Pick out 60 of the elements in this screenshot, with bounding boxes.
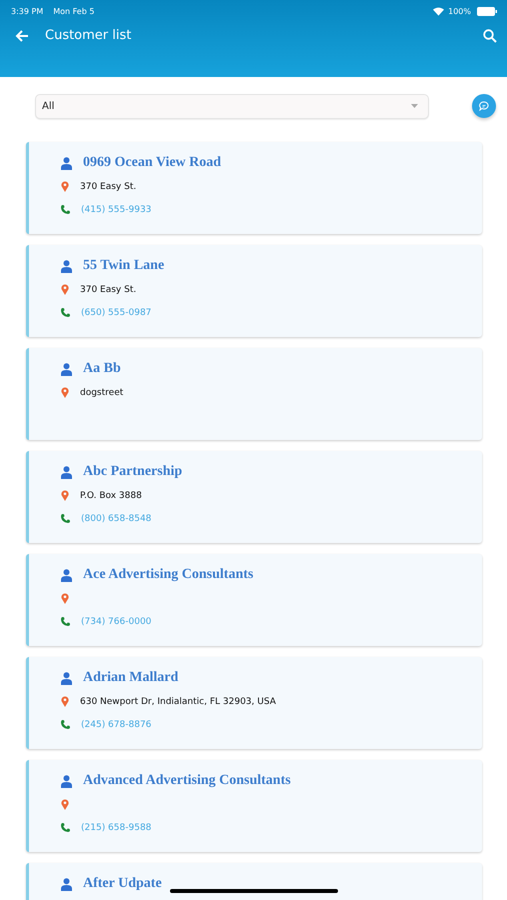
- phone-icon: [61, 720, 70, 729]
- customer-name: 55 Twin Lane: [83, 258, 164, 274]
- search-icon[interactable]: [483, 28, 497, 42]
- battery-level: 100%: [448, 6, 471, 16]
- page-title: Customer list: [45, 28, 132, 43]
- filter-dropdown[interactable]: All: [35, 94, 429, 118]
- status-date: Mon Feb 5: [53, 6, 94, 16]
- battery-icon: [477, 6, 497, 16]
- customer-phone[interactable]: (650) 555-0987: [81, 308, 152, 318]
- person-icon: [61, 362, 72, 376]
- status-time: 3:39 PM: [11, 6, 44, 16]
- customer-phone[interactable]: (415) 555-9933: [81, 204, 152, 214]
- customer-phone[interactable]: (800) 658-8548: [81, 514, 152, 524]
- customer-phone[interactable]: (245) 678-8876: [81, 720, 152, 730]
- person-icon: [61, 260, 72, 272]
- customer-card[interactable]: After Udpate: [26, 863, 482, 900]
- location-pin-icon: [61, 181, 69, 192]
- wifi-icon: [433, 6, 444, 16]
- customer-card[interactable]: Aa Bb dogstreet: [26, 348, 482, 440]
- location-pin-icon: [61, 387, 69, 398]
- customer-address: 370 Easy St.: [80, 284, 136, 294]
- customer-card[interactable]: Advanced Advertising Consultants (215) 658-9588: [26, 760, 482, 852]
- location-pin-icon: [61, 799, 69, 810]
- customer-address: P.O. Box 3888: [80, 490, 142, 500]
- phone-icon: [61, 308, 70, 317]
- person-icon: [61, 672, 72, 684]
- customer-name: After Udpate: [83, 876, 162, 892]
- customer-card[interactable]: Abc Partnership P.O. Box 3888 (800) 658-8548: [26, 451, 482, 543]
- customer-name: Advanced Advertising Consultants: [83, 773, 291, 789]
- customer-card[interactable]: 55 Twin Lane 370 Easy St. (650) 555-0987: [26, 245, 482, 337]
- phone-icon: [61, 823, 70, 832]
- customer-address: dogstreet: [80, 388, 124, 398]
- phone-icon: [61, 617, 70, 626]
- customer-card[interactable]: 0969 Ocean View Road 370 Easy St. (415) 555-9933: [26, 142, 482, 234]
- customer-phone[interactable]: (215) 658-9588: [81, 822, 152, 832]
- customer-name: Ace Advertising Consultants: [83, 567, 254, 583]
- location-pin-icon: [61, 696, 69, 707]
- customer-card[interactable]: Adrian Mallard 630 Newport Dr, Indialantic, FL 32903, USA (245) 678-8876: [26, 657, 482, 749]
- chat-button[interactable]: [472, 94, 496, 118]
- location-pin-icon: [61, 593, 69, 604]
- location-pin-icon: [61, 490, 69, 501]
- customer-address: 370 Easy St.: [80, 182, 136, 192]
- person-icon: [61, 156, 72, 170]
- customer-card[interactable]: Ace Advertising Consultants (734) 766-0000: [26, 554, 482, 646]
- person-icon: [61, 568, 72, 582]
- chat-icon: [479, 101, 489, 111]
- customer-name: Adrian Mallard: [83, 670, 178, 686]
- person-icon: [61, 466, 72, 478]
- phone-icon: [61, 514, 70, 523]
- customer-name: Abc Partnership: [83, 464, 182, 480]
- customer-name: 0969 Ocean View Road: [83, 155, 222, 171]
- customer-name: Aa Bb: [83, 361, 121, 377]
- customer-address: 630 Newport Dr, Indialantic, FL 32903, USA: [80, 696, 276, 706]
- person-icon: [61, 878, 72, 890]
- back-icon[interactable]: [15, 28, 29, 42]
- customer-phone[interactable]: (734) 766-0000: [81, 616, 152, 626]
- location-pin-icon: [61, 284, 69, 295]
- phone-icon: [61, 205, 70, 214]
- person-icon: [61, 774, 72, 788]
- caret-icon: [411, 104, 418, 108]
